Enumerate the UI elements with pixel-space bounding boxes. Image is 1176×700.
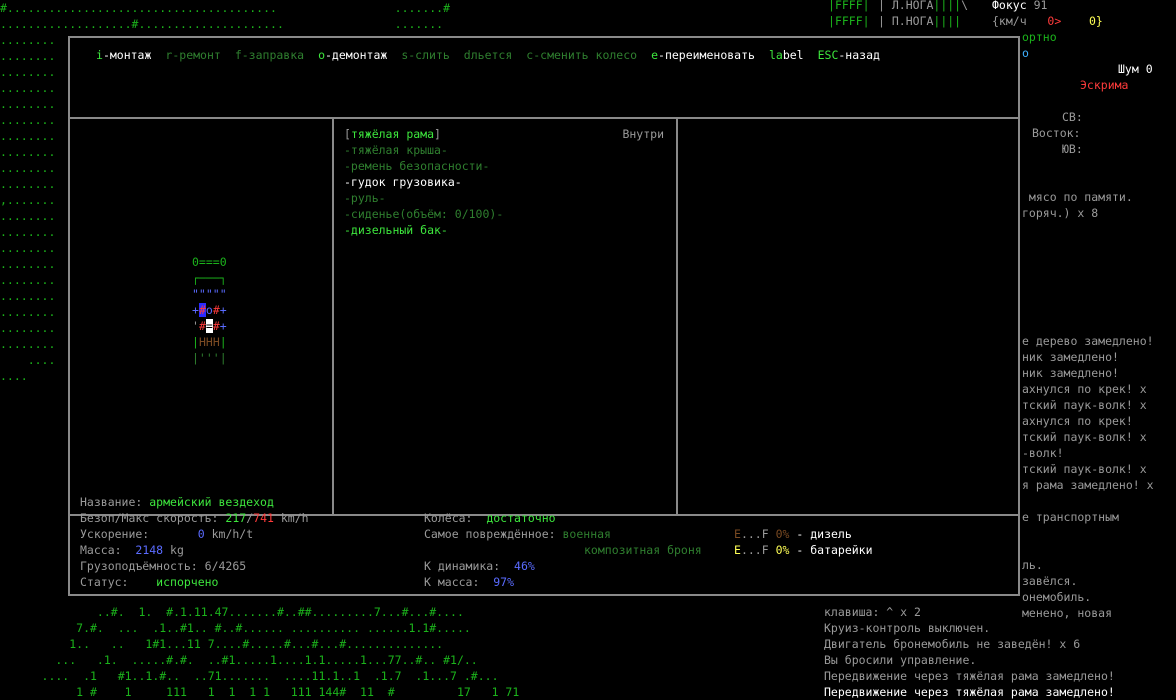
menu-item-esc[interactable]: ESC-назад bbox=[818, 48, 880, 62]
map-row: ,....... bbox=[0, 193, 56, 207]
part-item[interactable]: -руль- bbox=[344, 190, 386, 206]
map-row: ...................#....................… bbox=[0, 17, 444, 31]
log-line: е транспортным bbox=[1022, 510, 1119, 524]
log-line: е дерево замедлено! bbox=[1022, 334, 1154, 348]
map-row: ..#. 1. #.1.11.47.......#..##.........7.… bbox=[0, 605, 464, 619]
menu-item-r[interactable]: r-ремонт bbox=[165, 48, 220, 62]
part-item[interactable]: -тяжёлая крыша- bbox=[344, 142, 448, 158]
map-row: ........ bbox=[0, 113, 56, 127]
log-line: тский паук-волк! x bbox=[1022, 430, 1147, 444]
menu-item-e[interactable]: e-переименовать bbox=[651, 48, 755, 62]
map-row: ........ bbox=[0, 177, 56, 191]
map-row: ........ bbox=[0, 321, 56, 335]
map-row: ........ bbox=[0, 273, 56, 287]
map-row: ........ bbox=[0, 209, 56, 223]
map-row: ........ bbox=[0, 257, 56, 271]
command-menu: i-монтаж r-ремонт f-заправка o-демонтаж s-сл… bbox=[96, 47, 894, 63]
vehicle-name: армейский вездеход bbox=[149, 495, 274, 509]
map-row: .... .1 #1..1.#.. ..71....... ....11.1..… bbox=[0, 669, 499, 683]
map-row: ........ bbox=[0, 65, 56, 79]
vehicle-status: испорчено bbox=[156, 575, 219, 589]
log-line: менено, новая bbox=[1022, 606, 1113, 620]
map-row: ........ bbox=[0, 81, 56, 95]
log-line: горяч.) x 8 bbox=[1022, 206, 1099, 220]
map-row: ........ bbox=[0, 305, 56, 319]
log-line: ахнулся по крек! x bbox=[1022, 382, 1147, 396]
log-line: ахнулся по крек! bbox=[1022, 414, 1133, 428]
message-line: Передвижение через тяжёлая рама замедлен… bbox=[824, 685, 1115, 699]
fighting-style: Эскрима bbox=[1080, 78, 1129, 92]
fuel-battery: E...F 0% - батарейки bbox=[734, 543, 873, 557]
vehicle-row: |'''| bbox=[192, 351, 227, 365]
map-row: ........ bbox=[0, 241, 56, 255]
log-line: завёлся. bbox=[1022, 574, 1078, 588]
fuel-diesel: E...F 0% - дизель bbox=[734, 527, 852, 541]
log-line: я рама замедлено! x bbox=[1022, 478, 1154, 492]
map-row: ........ bbox=[0, 33, 56, 47]
log-line: ник замедлено! bbox=[1022, 366, 1119, 380]
menu-item-c[interactable]: c-сменить колесо bbox=[526, 48, 637, 62]
message-line: Передвижение через тяжёлая рама замедлен… bbox=[824, 669, 1115, 683]
log-line: мясо по памяти. bbox=[1022, 190, 1133, 204]
vehicle-row: ┌───┐ bbox=[192, 271, 227, 285]
map-row: ........ bbox=[0, 225, 56, 239]
map-row: ........ bbox=[0, 161, 56, 175]
message-line: клавиша: ^ x 2 bbox=[824, 605, 921, 619]
map-row: .... bbox=[0, 369, 28, 383]
map-row: .... bbox=[0, 353, 56, 367]
map-row: ........ bbox=[0, 337, 56, 351]
message-line: Вы бросили управление. bbox=[824, 653, 977, 667]
log-line: -волк! bbox=[1022, 446, 1064, 460]
map-row: ........ bbox=[0, 289, 56, 303]
log-line: тский паук-волк! x bbox=[1022, 398, 1147, 412]
menu-item-o[interactable]: o-демонтаж bbox=[318, 48, 387, 62]
map-row: 1.. .. 1#1...11 7....#.....#...#...#....… bbox=[0, 637, 444, 651]
map-row: 7.#. ... .1..#1.. #..#...... .......... … bbox=[0, 621, 471, 635]
part-item[interactable]: -дизельный бак- bbox=[344, 222, 448, 238]
map-row: ... .1. .....#.#. ..#1.....1....1.1.....… bbox=[0, 653, 478, 667]
map-row: ........ bbox=[0, 49, 56, 63]
part-item[interactable]: -гудок грузовика- bbox=[344, 174, 462, 190]
vehicle-row: """"" bbox=[192, 287, 227, 301]
focus-label: Фокус bbox=[992, 0, 1027, 12]
vehicle-row: 0===0 bbox=[192, 255, 227, 269]
vehicle-row: +#o#+ bbox=[192, 303, 227, 317]
map-row: ........ bbox=[0, 97, 56, 111]
menu-item-la[interactable]: label bbox=[769, 48, 804, 62]
map-row: 1 # 1 111 1 1 1 1 111 144# 11 # 17 1 71 bbox=[0, 685, 520, 699]
map-row: ........ bbox=[0, 129, 56, 143]
menu-item-f[interactable]: f-заправка bbox=[235, 48, 304, 62]
part-item[interactable]: [тяжёлая рама] bbox=[344, 126, 441, 142]
part-item[interactable]: -ремень безопасности- bbox=[344, 158, 489, 174]
menu-item-i[interactable]: i-монтаж bbox=[96, 48, 151, 62]
vehicle-dialog: i-монтаж r-ремонт f-заправка o-демонтаж s-сл… bbox=[68, 36, 1020, 596]
log-line: тский паук-волк! x bbox=[1022, 462, 1147, 476]
map-row: ........ bbox=[0, 145, 56, 159]
message-line: Круиз-контроль выключен. bbox=[824, 621, 991, 635]
map-row: #.......................................… bbox=[0, 1, 451, 15]
menu-item-s[interactable]: s-слить bbox=[401, 48, 449, 62]
log-line: онемобиль. bbox=[1022, 590, 1092, 604]
log-line: ник замедлено! bbox=[1022, 350, 1119, 364]
log-line: ль. bbox=[1022, 558, 1043, 572]
vehicle-row: '#=#+ bbox=[192, 319, 227, 333]
parts-location: Внутри bbox=[622, 127, 664, 141]
vehicle-row: |HHH| bbox=[192, 335, 227, 349]
menu-item-d[interactable]: dльется bbox=[464, 48, 512, 62]
message-line: Двигатель бронемобиль не заведён! x 6 bbox=[824, 637, 1081, 651]
part-item[interactable]: -сиденье(объём: 0/100)- bbox=[344, 206, 503, 222]
